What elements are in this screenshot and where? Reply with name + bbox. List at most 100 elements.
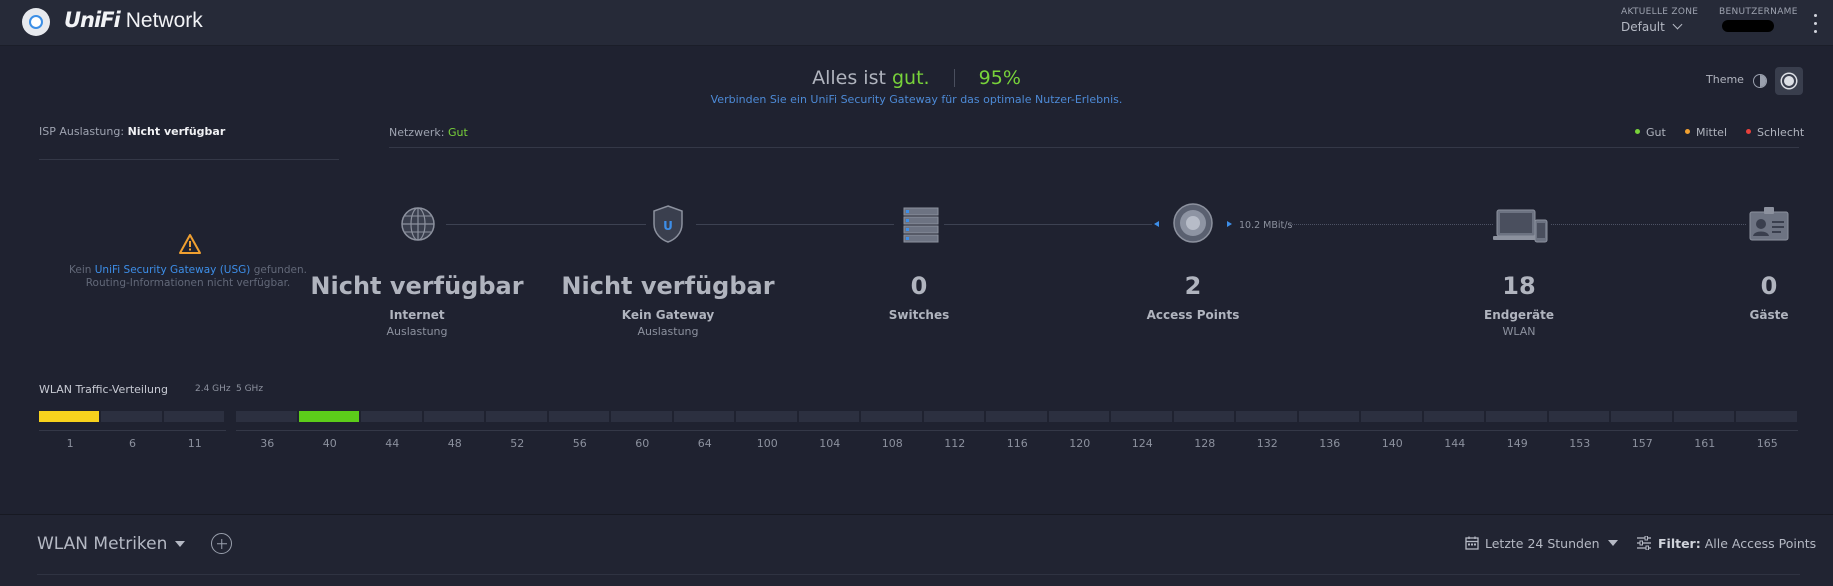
channel-bar-5-48 [423,411,486,422]
band-5-label: 5 GHz [236,384,264,394]
shield-icon[interactable]: U [652,204,684,244]
channel-number: 140 [1381,437,1403,450]
wlan-metrics-dropdown[interactable]: WLAN Metriken [37,534,186,554]
channel-number: 161 [1694,437,1716,450]
channel-bar-5-144 [1423,411,1486,422]
channel-number: 128 [1194,437,1216,450]
warning-prefix: Kein [69,264,92,276]
calendar-icon [1465,536,1479,550]
network-label: Netzwerk: [389,126,445,139]
channel-number: 64 [697,437,712,450]
more-menu-icon[interactable] [1814,14,1818,38]
laptop-phone-icon[interactable] [1493,208,1549,244]
brand-network: Network [125,9,203,32]
channel-bar-5-136 [1298,411,1361,422]
channel-bar-5-108 [861,411,924,422]
add-metric-button[interactable] [211,533,232,554]
metric-access-points[interactable]: 2 Access Points [1063,272,1323,325]
channel-bar-24-1 [39,411,102,422]
channel-bar-5-44 [361,411,424,422]
theme-dark-button[interactable] [1775,67,1803,95]
network-health: Netzwerk: Gut [389,126,468,139]
zone-label: AKTUELLE ZONE [1621,7,1699,17]
guest-badge-icon[interactable] [1749,206,1789,242]
channel-number: 11 [187,437,202,450]
usg-hint-link[interactable]: Verbinden Sie ein UniFi Security Gateway… [0,93,1833,106]
channel-bar-5-132 [1236,411,1299,422]
channel-bar-24-6 [101,411,164,422]
channel-bar-24-11 [163,411,226,422]
channel-bar-5-104 [798,411,861,422]
link-gateway-switch [696,224,894,225]
metric-value: 0 [1760,272,1778,300]
metric-value: 2 [1184,272,1202,300]
switch-stack-icon[interactable] [903,206,939,244]
unifi-logo-icon[interactable] [22,8,50,36]
link-ap-clients [1288,224,1493,225]
channel-bar-5-140 [1361,411,1424,422]
channel-bar-5-161 [1673,411,1736,422]
metric-clients[interactable]: 18 Endgeräte WLAN [1389,272,1649,338]
channel-number: 116 [1006,437,1028,450]
metrics-title: WLAN Metriken [37,534,168,554]
channel-number: 100 [756,437,778,450]
channel-number: 108 [881,437,903,450]
channel-bar-5-128 [1173,411,1236,422]
status-divider [953,69,955,87]
channel-number: 60 [635,437,650,450]
username-redacted[interactable] [1722,20,1774,32]
channel-bar-5-52 [486,411,549,422]
channel-bar-5-149 [1486,411,1549,422]
channel-number: 48 [447,437,462,450]
channel-bar-5-40 [298,411,361,422]
theme-contrast-icon[interactable] [1753,74,1767,88]
link-internet-gateway [446,224,646,225]
metric-internet[interactable]: Nicht verfügbar Internet Auslastung [287,272,547,338]
network-value: Gut [447,126,468,139]
app-title: UniFi Network [64,8,203,33]
channel-number: 6 [128,437,136,450]
channel-number: 36 [260,437,275,450]
metric-gateway[interactable]: Nicht verfügbar Kein Gateway Auslastung [538,272,798,338]
metric-sublabel: Auslastung [637,325,699,338]
metric-label: Gäste [1749,308,1789,322]
channel-number: 40 [322,437,337,450]
divider [389,147,1799,148]
channel-bar-5-112 [923,411,986,422]
top-bar: UniFi Network AKTUELLE ZONE Default BENUT… [0,0,1833,46]
channel-number: 104 [819,437,841,450]
channel-bar-5-64 [673,411,736,422]
warning-icon [179,234,201,254]
channel-bar-5-120 [1048,411,1111,422]
metric-label: Endgeräte [1484,308,1554,322]
filter-button[interactable]: Filter: Alle Access Points [1636,535,1816,551]
legend-poor: Schlecht [1746,126,1804,139]
channel-bar-5-116 [986,411,1049,422]
metric-label: Access Points [1146,308,1240,322]
divider [39,159,339,160]
zone-value: Default [1621,20,1665,34]
no-gateway-warning: Kein UniFi Security Gateway (USG) gefund… [50,264,326,290]
status-prefix: Alles ist [812,67,886,89]
metric-label: Kein Gateway [621,308,715,322]
metric-label: Switches [888,308,950,322]
channel-bar-5-56 [548,411,611,422]
channel-bar-5-100 [736,411,799,422]
caret-down-icon [1607,540,1618,546]
metric-guests[interactable]: 0 Gäste [1639,272,1833,325]
time-range-dropdown[interactable]: Letzte 24 Stunden [1465,536,1618,551]
usg-link[interactable]: UniFi Security Gateway (USG) [95,264,251,276]
channel-bar-5-124 [1111,411,1174,422]
filter-label: Filter: [1658,536,1701,551]
metric-switches[interactable]: 0 Switches [789,272,1049,325]
globe-icon[interactable] [400,206,436,242]
metric-value: Nicht verfügbar [310,272,524,300]
brand-unifi: UniFi [64,8,121,32]
access-point-icon[interactable] [1172,202,1214,244]
channel-number: 165 [1756,437,1778,450]
channel-number: 149 [1506,437,1528,450]
channel-number: 52 [510,437,525,450]
zone-selector[interactable]: Default [1621,19,1683,34]
wlan-traffic-title: WLAN Traffic-Verteilung [39,383,168,396]
link-switch-ap [944,224,1152,225]
